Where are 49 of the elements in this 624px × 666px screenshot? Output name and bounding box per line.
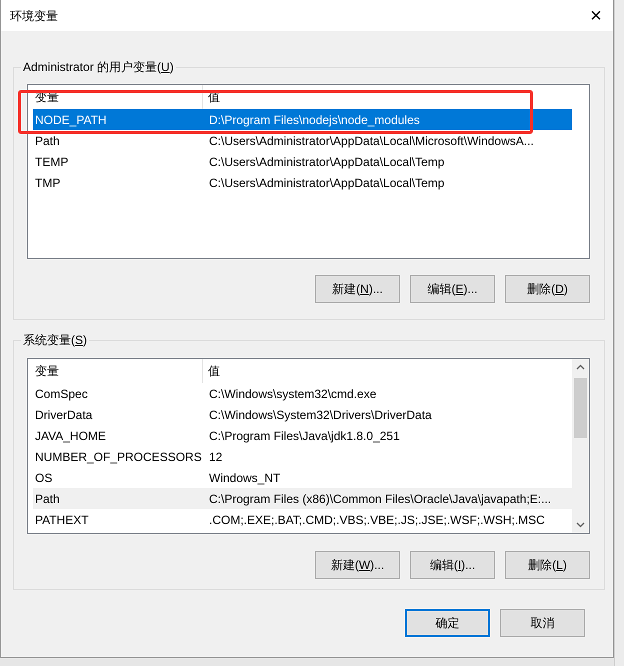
variable-name: ComSpec	[34, 386, 89, 402]
variable-value: Windows_NT	[208, 470, 280, 486]
variable-value: C:\Windows\System32\Drivers\DriverData	[208, 406, 432, 424]
variable-name: TEMP	[34, 154, 70, 170]
variable-value: C:\Program Files\Java\jdk1.8.0_251	[208, 428, 400, 444]
variable-name: PATHEXT	[34, 512, 90, 528]
ok-button[interactable]: 确定	[405, 609, 490, 637]
column-header[interactable]: 变量	[33, 359, 203, 383]
variable-value: C:\Program Files (x86)\Common Files\Oracle\Java\javapath;E:...	[208, 490, 552, 508]
variable-value: C:\Users\Administrator\AppData\Local\Temp	[208, 154, 444, 170]
list-row[interactable]: DriverData C:\Windows\System32\Drivers\DriverData	[33, 404, 572, 425]
cancel-button[interactable]: 取消	[500, 609, 585, 637]
scrollbar[interactable]	[572, 359, 589, 533]
list-row[interactable]: TMP C:\Users\Administrator\AppData\Local\Temp	[33, 172, 572, 193]
list-row[interactable]: PATHEXT .COM;.EXE;.BAT;.CMD;.VBS;.VBE;.JS;.JSE;.WSF;.WSH;.MSC	[33, 509, 572, 530]
list-row[interactable]: Path C:\Program Files (x86)\Common Files\Oracle\Java\javapath;E:...	[33, 488, 572, 509]
group-label: Administrator 的用户变量(U)	[22, 59, 175, 75]
variable-value: C:\Users\Administrator\AppData\Local\Microsoft\WindowsA...	[208, 132, 534, 150]
list-row[interactable]: Path C:\Users\Administrator\AppData\Local\Microsoft\WindowsA...	[33, 130, 572, 151]
variable-name: JAVA_HOME	[34, 428, 107, 444]
list-row[interactable]: NODE_PATH D:\Program Files\nodejs\node_modules	[33, 109, 572, 130]
variable-value: C:\Users\Administrator\AppData\Local\Temp	[208, 174, 444, 192]
dialog-button[interactable]: 新建(W)...	[315, 551, 400, 579]
dialog-button[interactable]: 删除(L)	[505, 551, 590, 579]
list-row[interactable]: ComSpec C:\Windows\system32\cmd.exe	[33, 383, 572, 404]
group-label: 系统变量(S)	[22, 332, 88, 348]
list-row[interactable]: NUMBER_OF_PROCESSORS 12	[33, 446, 572, 467]
variable-value: .COM;.EXE;.BAT;.CMD;.VBS;.VBE;.JS;.JSE;.WSF;.WSH;.MSC	[208, 512, 545, 528]
scroll-thumb[interactable]	[574, 378, 587, 438]
window-title: 环境变量	[10, 8, 58, 24]
list-row[interactable]: TEMP C:\Users\Administrator\AppData\Local\Temp	[33, 151, 572, 172]
variable-name: Path	[34, 490, 61, 508]
variable-name: Path	[34, 132, 61, 150]
variable-value: D:\Program Files\nodejs\node_modules	[208, 112, 420, 128]
variable-name: DriverData	[34, 406, 94, 424]
variable-name: NODE_PATH	[34, 112, 108, 128]
variable-name: NUMBER_OF_PROCESSORS	[34, 448, 203, 466]
variable-name: OS	[34, 470, 54, 486]
list-row[interactable]: JAVA_HOME C:\Program Files\Java\jdk1.8.0_251	[33, 425, 572, 446]
column-header[interactable]: 值	[203, 359, 572, 383]
variable-value: C:\Windows\system32\cmd.exe	[208, 386, 376, 402]
dialog-button[interactable]: 新建(N)...	[315, 275, 400, 303]
close-button[interactable]: ×	[581, 6, 611, 26]
list-row[interactable]: OS Windows_NT	[33, 467, 572, 488]
variable-value: 12	[208, 448, 222, 466]
dialog-button[interactable]: 删除(D)	[505, 275, 590, 303]
dialog-button[interactable]: 编辑(I)...	[410, 551, 495, 579]
variable-name: TMP	[34, 174, 62, 192]
dialog-button[interactable]: 编辑(E)...	[410, 275, 495, 303]
